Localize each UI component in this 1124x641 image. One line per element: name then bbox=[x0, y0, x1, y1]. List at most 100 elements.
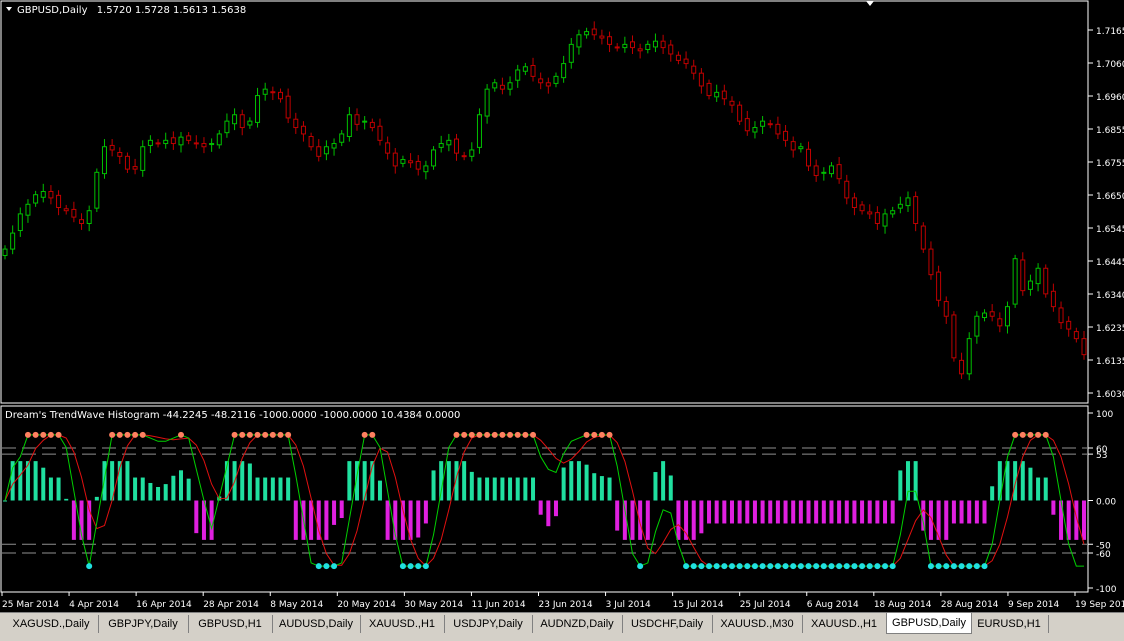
chart-tab[interactable]: GBPJPY,Daily bbox=[98, 615, 189, 633]
candle-body bbox=[484, 88, 490, 117]
chart-tab[interactable]: XAUUSD.,H1 bbox=[360, 615, 445, 633]
candle-body bbox=[201, 143, 207, 148]
histogram-bar bbox=[990, 486, 995, 501]
bottom-signal-dot bbox=[843, 563, 850, 570]
bottom-signal-dot bbox=[882, 563, 889, 570]
candle-body bbox=[553, 75, 559, 84]
histogram-bar bbox=[71, 500, 76, 540]
histogram-bar bbox=[783, 500, 788, 524]
bottom-signal-dot bbox=[782, 563, 789, 570]
top-signal-dot bbox=[178, 431, 185, 438]
candle-body bbox=[40, 191, 46, 198]
chart-tab[interactable]: GBPUSD,Daily bbox=[886, 613, 972, 634]
top-signal-dot bbox=[491, 431, 498, 438]
time-tick-label: 25 Jul 2014 bbox=[740, 600, 791, 610]
histogram-bar bbox=[523, 477, 528, 501]
chart-tab[interactable]: AUDNZD,Daily bbox=[532, 615, 623, 633]
histogram-bar bbox=[653, 472, 658, 501]
top-signal-dot bbox=[591, 431, 598, 438]
chart-tab[interactable]: XAGUSD.,Daily bbox=[4, 615, 99, 633]
candle-body bbox=[1050, 290, 1056, 308]
candle-body bbox=[438, 143, 444, 148]
time-tick-label: 16 Apr 2014 bbox=[136, 600, 192, 610]
candle-body bbox=[461, 155, 467, 158]
histogram-bar bbox=[48, 477, 53, 501]
histogram-bar bbox=[959, 500, 964, 524]
time-tick-label: 19 Sep 2014 bbox=[1075, 600, 1124, 610]
candle-body bbox=[48, 191, 54, 199]
indicator-label: Dream's TrendWave Histogram -44.2245 -48… bbox=[5, 410, 460, 421]
histogram-bar bbox=[844, 500, 849, 524]
candle-body bbox=[767, 123, 773, 126]
candle-body bbox=[783, 130, 789, 141]
price-tick-label: 1.7060 bbox=[1096, 60, 1124, 70]
candle-body bbox=[178, 136, 184, 146]
candle-body bbox=[109, 144, 115, 151]
chart-tab[interactable]: XAUUSD.,H1 bbox=[802, 615, 887, 633]
candle-body bbox=[675, 54, 681, 61]
histogram-bar bbox=[867, 500, 872, 524]
chart-tab[interactable]: USDCHF,Daily bbox=[622, 615, 713, 633]
chart-tab[interactable]: USDJPY,Daily bbox=[444, 615, 533, 633]
candle-body bbox=[859, 204, 865, 212]
histogram-bar bbox=[829, 500, 834, 524]
time-tick-label: 23 Jun 2014 bbox=[539, 600, 593, 610]
candle-body bbox=[101, 146, 107, 175]
top-signal-dot bbox=[132, 431, 139, 438]
histogram-bar bbox=[339, 500, 344, 519]
histogram-bar bbox=[1020, 461, 1025, 501]
histogram-bar bbox=[255, 477, 260, 501]
histogram-bar bbox=[569, 461, 574, 501]
time-tick-label: 6 Aug 2014 bbox=[807, 600, 859, 610]
histogram-bar bbox=[852, 500, 857, 524]
candle-body bbox=[270, 91, 276, 94]
chart-tab[interactable]: AUDUSD,Daily bbox=[272, 615, 361, 633]
chart-tab[interactable]: GBPUSD,H1 bbox=[188, 615, 273, 633]
chart-tab[interactable]: XAUUSD.,M30 bbox=[712, 615, 803, 633]
time-tick-label: 8 May 2014 bbox=[270, 600, 323, 610]
histogram-bar bbox=[599, 476, 604, 501]
candle-body bbox=[828, 165, 834, 175]
bottom-signal-dot bbox=[323, 563, 330, 570]
histogram-bar bbox=[661, 461, 666, 501]
bottom-signal-dot bbox=[958, 563, 965, 570]
candle-body bbox=[622, 43, 628, 49]
candle-body bbox=[308, 136, 314, 148]
chart-tab[interactable]: EURUSD,H1 bbox=[970, 615, 1049, 633]
top-signal-dot bbox=[514, 431, 521, 438]
bottom-signal-dot bbox=[950, 563, 957, 570]
bottom-signal-dot bbox=[851, 563, 858, 570]
histogram-bar bbox=[247, 463, 252, 501]
histogram-bar bbox=[500, 477, 505, 501]
top-signal-dot bbox=[361, 431, 368, 438]
candle-body bbox=[117, 151, 123, 157]
histogram-bar bbox=[668, 475, 673, 501]
candle-body bbox=[683, 58, 689, 65]
candle-body bbox=[836, 164, 842, 180]
histogram-bar bbox=[982, 500, 987, 524]
bottom-signal-dot bbox=[981, 563, 988, 570]
histogram-bar bbox=[1051, 500, 1056, 515]
chart-canvas[interactable]: GBPUSD,Daily 1.5720 1.5728 1.5613 1.5638… bbox=[0, 0, 1124, 612]
histogram-bar bbox=[905, 461, 910, 501]
histogram-bar bbox=[56, 477, 61, 501]
time-tick-label: 15 Jul 2014 bbox=[673, 600, 724, 610]
level-label: -60 bbox=[1096, 550, 1111, 560]
candle-body bbox=[806, 148, 812, 167]
histogram-bar bbox=[630, 500, 635, 540]
candle-body bbox=[637, 48, 643, 52]
candle-body bbox=[714, 91, 720, 98]
histogram-bar bbox=[974, 500, 979, 524]
candle-body bbox=[721, 90, 727, 100]
candle-body bbox=[323, 146, 329, 155]
price-tick-label: 1.6340 bbox=[1096, 291, 1124, 301]
price-tick-label: 1.6545 bbox=[1096, 225, 1124, 235]
histogram-bar bbox=[875, 500, 880, 524]
price-tick-label: 1.6960 bbox=[1096, 93, 1124, 103]
candle-body bbox=[974, 315, 980, 337]
top-signal-dot bbox=[484, 431, 491, 438]
bottom-signal-dot bbox=[820, 563, 827, 570]
bottom-signal-dot bbox=[407, 563, 414, 570]
candle-body bbox=[255, 95, 261, 123]
chart-window[interactable]: GBPUSD,Daily 1.5720 1.5728 1.5613 1.5638… bbox=[0, 0, 1124, 612]
